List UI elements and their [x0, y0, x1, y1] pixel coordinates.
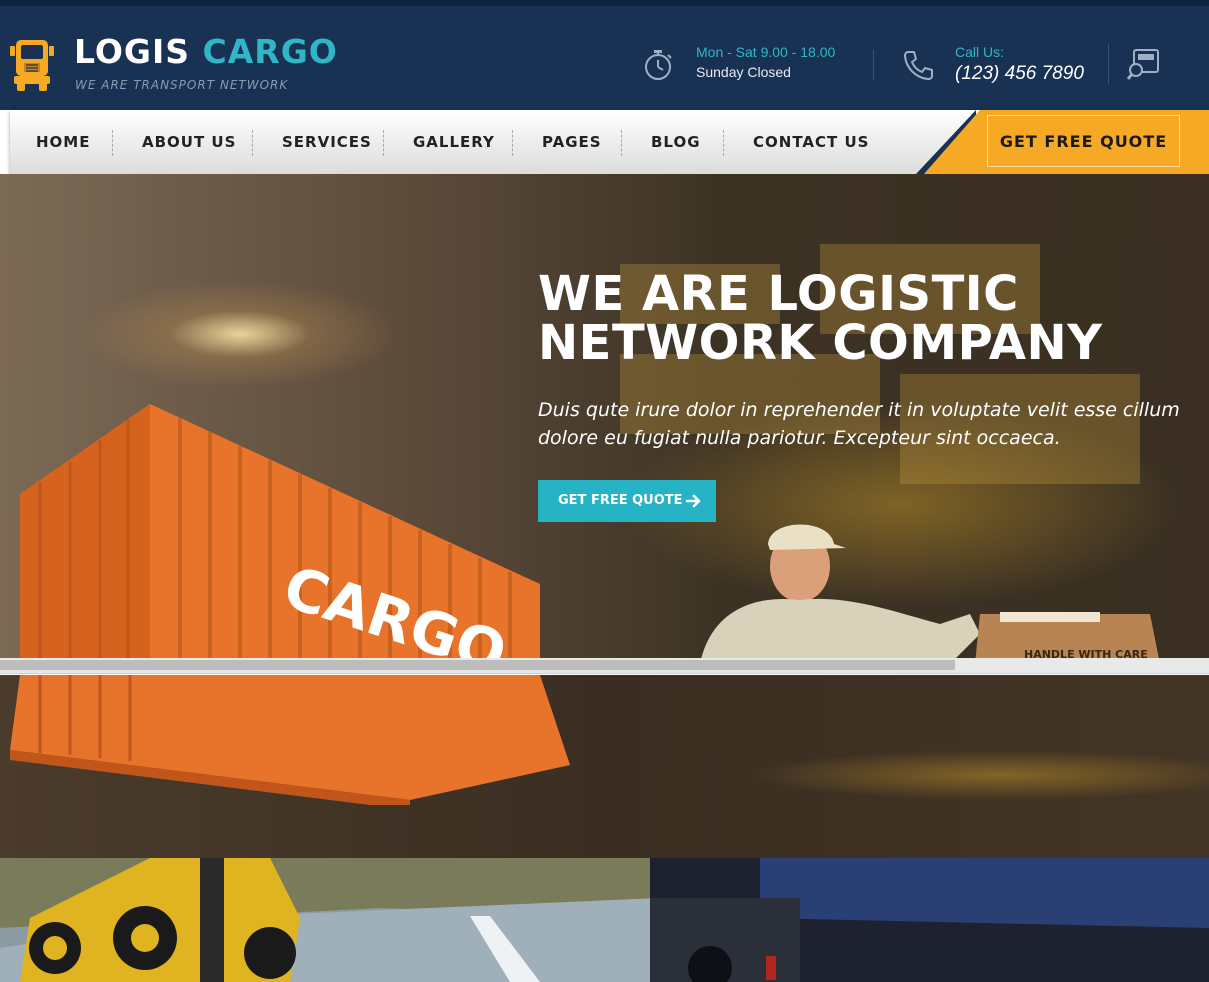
hero-title-line1: WE ARE LOGISTIC: [538, 266, 1019, 322]
phone-icon: [904, 51, 933, 80]
quote-button-wrap: GET FREE QUOTE: [916, 110, 1209, 174]
hero-title: WE ARE LOGISTIC NETWORK COMPANY: [538, 270, 1178, 368]
site-header: LOGIS CARGO WE ARE TRANSPORT NETWORK Mon…: [0, 0, 1209, 110]
hero-subtitle-line2: dolore eu fugiat nulla pariotur. Excepte…: [538, 427, 1061, 449]
slider-progress-fill: [0, 660, 956, 670]
nav-separator: [723, 130, 724, 156]
main-nav: HOME ABOUT US SERVICES GALLERY PAGES BLO…: [10, 110, 1209, 174]
nav-item-contact-us[interactable]: CONTACT US: [753, 110, 869, 174]
stopwatch-icon: [645, 50, 672, 80]
quote-button-label: GET FREE QUOTE: [999, 132, 1168, 151]
hours-line2: Sunday Closed: [696, 64, 791, 80]
slider-progress-track[interactable]: [0, 658, 1209, 674]
call-label: Call Us:: [955, 44, 1005, 60]
logo-title[interactable]: LOGIS CARGO: [74, 32, 338, 71]
nav-item-pages[interactable]: PAGES: [542, 110, 602, 174]
arrow-right-icon: [686, 494, 701, 508]
logo-tagline: WE ARE TRANSPORT NETWORK: [75, 78, 289, 92]
hero-slide: CARGO HANDLE WITH CARE WE ARE LOGISTIC N…: [0, 174, 1209, 658]
hero-subtitle: Duis qute irure dolor in reprehender it …: [538, 396, 1180, 452]
nav-item-about-us[interactable]: ABOUT US: [142, 110, 236, 174]
hero-title-line2: NETWORK COMPANY: [538, 315, 1103, 371]
nav-item-blog[interactable]: BLOG: [651, 110, 701, 174]
road-banner: [0, 858, 1209, 982]
track-search-icon[interactable]: [1126, 46, 1162, 82]
box-label: HANDLE WITH CARE: [1024, 648, 1148, 658]
hero-cta-label: GET FREE QUOTE: [558, 493, 683, 508]
header-divider: [1108, 44, 1109, 84]
nav-separator: [621, 130, 622, 156]
get-free-quote-hero-button[interactable]: GET FREE QUOTE: [538, 480, 716, 522]
road-scene-image: [0, 858, 1209, 982]
header-divider: [873, 50, 874, 80]
truck-icon: [10, 40, 54, 91]
logo-title-part1: LOGIS: [74, 32, 191, 71]
phone-number[interactable]: (123) 456 7890: [955, 63, 1084, 85]
hero-slide-2: [0, 675, 1209, 858]
hours-line1: Mon - Sat 9.00 - 18.00: [696, 44, 836, 60]
delivery-worker-image: HANDLE WITH CARE: [701, 524, 1159, 658]
nav-separator: [512, 130, 513, 156]
logo-title-part2: CARGO: [202, 32, 338, 71]
nav-item-services[interactable]: SERVICES: [282, 110, 372, 174]
nav-item-home[interactable]: HOME: [36, 110, 90, 174]
nav-separator: [112, 130, 113, 156]
nav-item-gallery[interactable]: GALLERY: [413, 110, 495, 174]
nav-separator: [252, 130, 253, 156]
container-bottom-image: [10, 675, 570, 805]
hero-subtitle-line1: Duis qute irure dolor in reprehender it …: [538, 399, 1180, 421]
cargo-container-image: CARGO: [20, 404, 540, 658]
nav-separator: [383, 130, 384, 156]
quote-button-frame: GET FREE QUOTE: [987, 115, 1180, 167]
